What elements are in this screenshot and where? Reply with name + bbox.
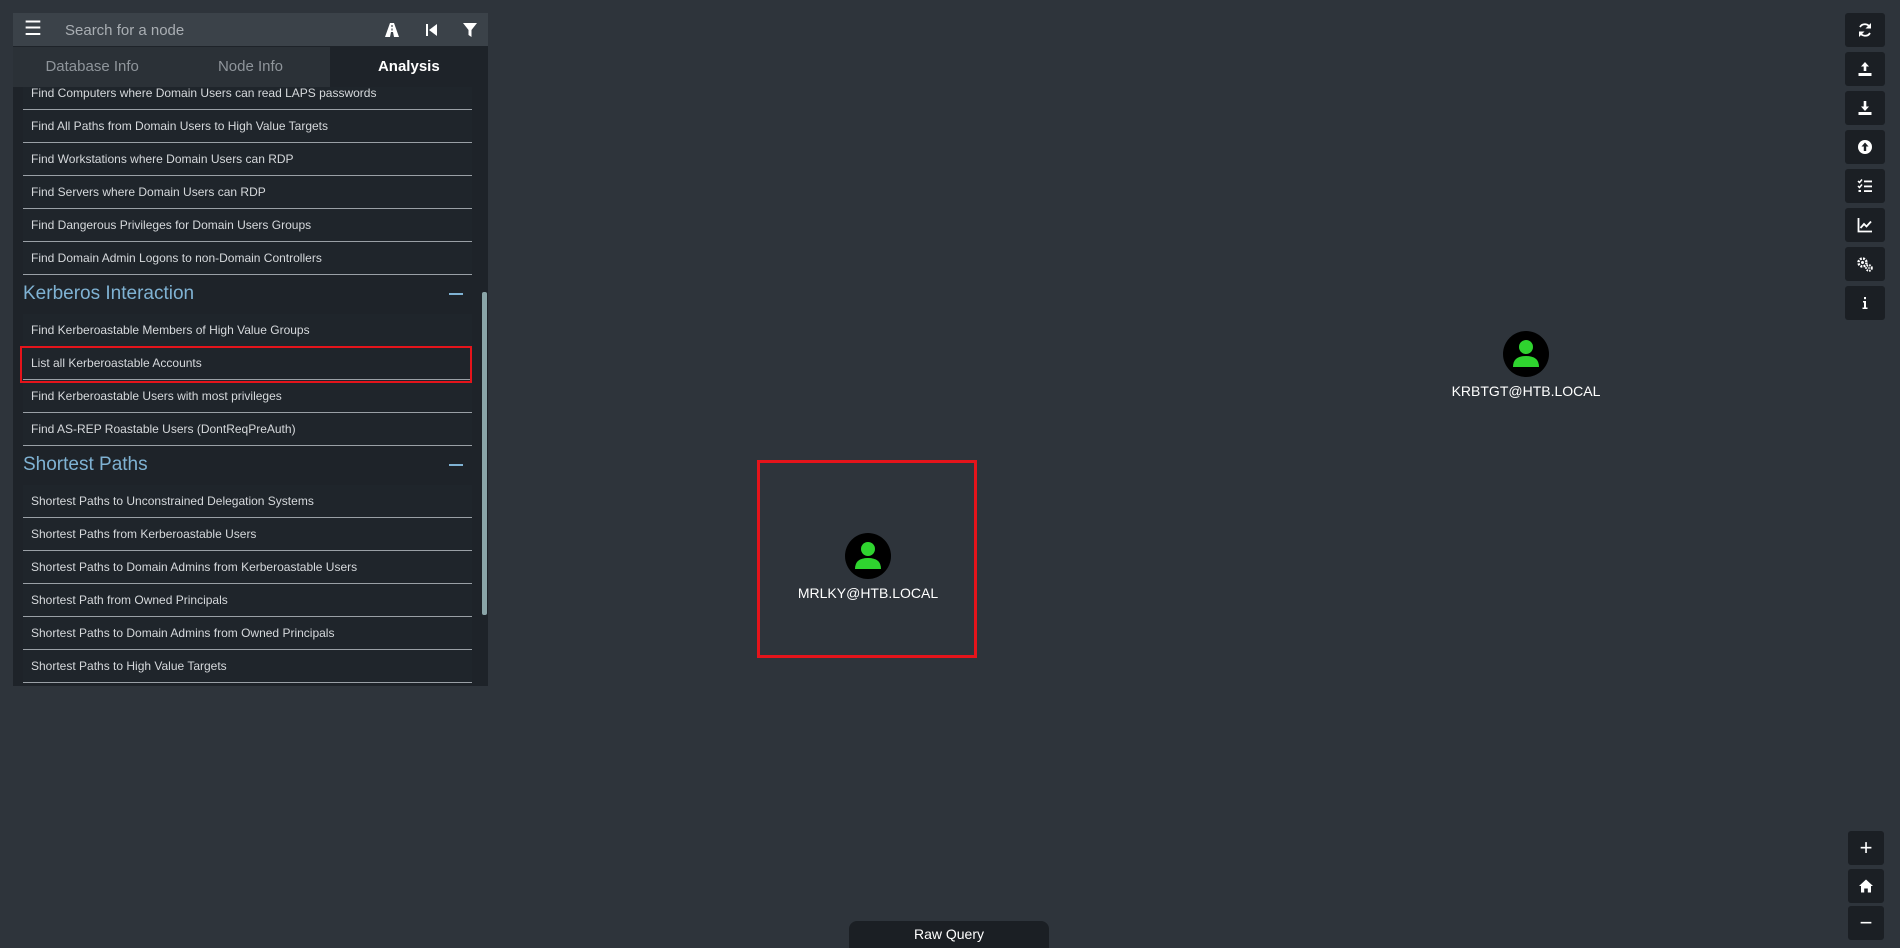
collapse-icon[interactable]: [449, 293, 463, 295]
query-item[interactable]: Find Computers where Domain Users can re…: [23, 87, 472, 110]
section-header-kerberos[interactable]: Kerberos Interaction: [13, 275, 471, 314]
section-title: Shortest Paths: [23, 454, 148, 475]
query-item[interactable]: Shortest Paths to Unconstrained Delegati…: [23, 485, 472, 518]
search-input[interactable]: [63, 18, 367, 42]
panel-tabs: Database Info Node Info Analysis: [13, 47, 488, 87]
home-button[interactable]: [1848, 869, 1884, 903]
section-title: Kerberos Interaction: [23, 283, 195, 304]
refresh-icon[interactable]: [1845, 13, 1885, 47]
tab-node-info[interactable]: Node Info: [171, 47, 329, 87]
query-item[interactable]: Shortest Path from Owned Principals: [23, 584, 472, 617]
info-icon[interactable]: [1845, 286, 1885, 320]
pathfinding-icon[interactable]: [381, 19, 403, 41]
settings-icon[interactable]: [1845, 247, 1885, 281]
scrollbar[interactable]: [482, 292, 487, 615]
user-icon: [1503, 331, 1549, 377]
query-item[interactable]: Find Domain Admin Logons to non-Domain C…: [23, 242, 472, 275]
raw-query-button[interactable]: Raw Query: [849, 921, 1049, 948]
menu-icon[interactable]: ☰: [21, 17, 45, 41]
zoom-out-button[interactable]: −: [1848, 906, 1884, 940]
section-header-shortest-paths[interactable]: Shortest Paths: [13, 446, 471, 485]
query-item[interactable]: Find Kerberoastable Users with most priv…: [23, 380, 472, 413]
upload-icon[interactable]: [1845, 130, 1885, 164]
query-item[interactable]: Shortest Paths to High Value Targets: [23, 650, 472, 683]
export-icon[interactable]: [1845, 52, 1885, 86]
graph-node-mrlky[interactable]: MRLKY@HTB.LOCAL: [788, 533, 948, 601]
node-label: MRLKY@HTB.LOCAL: [797, 585, 939, 601]
query-item[interactable]: Find Workstations where Domain Users can…: [23, 143, 472, 176]
query-item[interactable]: Find AS-REP Roastable Users (DontReqPreA…: [23, 413, 472, 446]
zoom-in-button[interactable]: +: [1848, 831, 1884, 865]
queries-icon[interactable]: [1845, 169, 1885, 203]
filter-icon[interactable]: [459, 19, 481, 41]
analysis-query-list: Find Computers where Domain Users can re…: [13, 87, 488, 686]
node-label: KRBTGT@HTB.LOCAL: [1451, 383, 1601, 399]
query-item-list-kerberoastable[interactable]: List all Kerberoastable Accounts: [23, 347, 472, 380]
query-item[interactable]: Shortest Paths to Domain Admins from Own…: [23, 617, 472, 650]
chart-icon[interactable]: [1845, 208, 1885, 242]
query-item[interactable]: Find All Paths from Domain Users to High…: [23, 110, 472, 143]
query-item[interactable]: Shortest Paths from Kerberoastable Users: [23, 518, 472, 551]
graph-node-krbtgt[interactable]: KRBTGT@HTB.LOCAL: [1446, 331, 1606, 399]
tab-database-info[interactable]: Database Info: [13, 47, 171, 87]
collapse-icon[interactable]: [449, 464, 463, 466]
analysis-panel: ☰ Database Info Node Info Analysis Find …: [13, 13, 488, 686]
query-item[interactable]: Find Servers where Domain Users can RDP: [23, 176, 472, 209]
back-icon[interactable]: [421, 19, 443, 41]
query-item[interactable]: Shortest Paths to Domain Admins from Ker…: [23, 551, 472, 584]
search-bar: ☰: [13, 13, 488, 46]
user-icon: [845, 533, 891, 579]
tab-analysis[interactable]: Analysis: [329, 47, 488, 87]
home-icon: [1859, 879, 1873, 893]
query-item[interactable]: Find Dangerous Privileges for Domain Use…: [23, 209, 472, 242]
query-item[interactable]: Find Kerberoastable Members of High Valu…: [23, 314, 472, 347]
import-icon[interactable]: [1845, 91, 1885, 125]
